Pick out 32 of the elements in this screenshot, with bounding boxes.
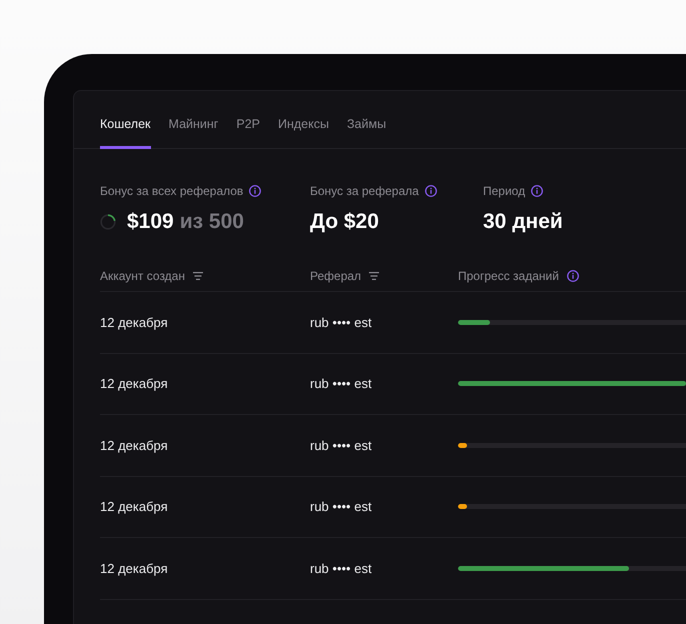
tab[interactable]: Индексы <box>278 91 329 149</box>
referral-cell-text: rub •••• est <box>310 314 373 330</box>
referral-cell-text: rub •••• est <box>310 376 373 392</box>
stat-value: До $20 <box>310 210 379 234</box>
date-cell-text: 12 декабря <box>100 314 169 330</box>
info-icon[interactable] <box>424 185 437 197</box>
column-header: Прогресс заданий <box>458 269 559 283</box>
referral-cell-text: rub •••• est <box>310 438 373 453</box>
column-header: Аккаунт создан <box>100 269 185 283</box>
info-icon[interactable] <box>566 270 579 282</box>
stat-label: Бонус за всех рефералов <box>100 184 244 198</box>
filter-icon[interactable] <box>369 272 380 280</box>
date-cell-text: 12 декабря <box>100 560 169 576</box>
stat-label: Период <box>483 184 526 198</box>
stat-total: из 500 <box>180 210 244 234</box>
date-cell-text: 12 декабря <box>100 438 169 453</box>
column-header: Реферал <box>310 269 362 283</box>
progress-ring-icon <box>100 214 116 230</box>
info-icon[interactable] <box>531 185 544 197</box>
date-cell-text: 12 декабря <box>100 376 169 392</box>
filter-icon[interactable] <box>192 272 203 280</box>
tab[interactable]: Майнинг <box>168 91 218 149</box>
stat-value: 30 дней <box>483 210 563 234</box>
date-cell-text: 12 декабря <box>100 499 169 514</box>
tab[interactable]: Займы <box>346 91 386 149</box>
tab[interactable]: P2P <box>236 91 260 149</box>
tab[interactable]: Кошелек <box>100 91 151 149</box>
referral-cell-text: rub •••• est <box>310 560 373 576</box>
referral-cell-text: rub •••• est <box>310 499 373 514</box>
info-icon[interactable] <box>249 185 262 197</box>
stat-value: $109 <box>127 210 174 234</box>
stat-label: Бонус за реферала <box>310 184 419 198</box>
